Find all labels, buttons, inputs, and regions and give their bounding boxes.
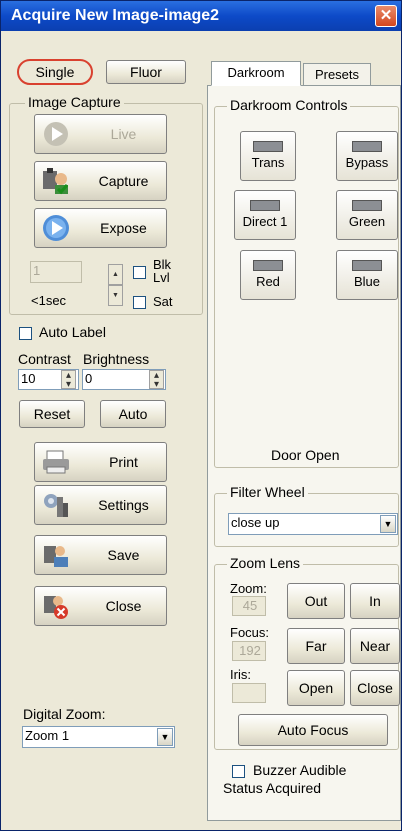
indicator-light [352,260,382,271]
zoom-lens-label: Zoom Lens [227,555,304,571]
single-mode-button[interactable]: Single [17,59,93,85]
filter-wheel-label: Filter Wheel [227,484,308,500]
auto-focus-button[interactable]: Auto Focus [238,714,388,746]
indicator-light [253,260,283,271]
reset-button[interactable]: Reset [19,400,85,428]
iris-open-button[interactable]: Open [287,670,345,706]
direct1-label: Direct 1 [242,214,288,229]
buzzer-audible-checkbox[interactable] [232,765,245,778]
settings-button[interactable]: Settings [34,485,167,525]
sat-checkbox[interactable] [133,296,146,309]
iris-close-button[interactable]: Close [350,670,400,706]
print-button[interactable]: Print [34,442,167,482]
capture-button[interactable]: Capture [34,161,167,201]
digital-zoom-label: Digital Zoom: [23,706,106,722]
chevron-down-icon[interactable]: ▼ [157,728,173,746]
darkroom-direct1-button[interactable]: Direct 1 [234,190,296,240]
contrast-spinner[interactable]: ▴ ▾ [61,370,76,390]
acquire-window: Acquire New Image-image2 ✕ Single Fluor … [0,0,402,831]
blue-label: Blue [353,274,381,289]
expose-button[interactable]: Expose [34,208,167,248]
filter-wheel-select[interactable]: close up ▼ [228,513,398,535]
close-label: Close [105,598,142,614]
live-button[interactable]: Live [34,114,167,154]
expose-label: Expose [100,220,147,236]
status-text: Status Acquired [223,780,322,796]
door-status-text: Door Open [271,447,340,463]
exposure-down-arrow[interactable]: ▼ [108,285,123,306]
buzzer-audible-label: Buzzer Audible [253,762,347,778]
play-icon [41,120,71,148]
darkroom-blue-button[interactable]: Blue [336,250,398,300]
filter-wheel-value: close up [231,515,280,530]
indicator-light [352,141,382,152]
zoom-in-button[interactable]: In [350,583,400,619]
zoom-value-field: 45 [232,596,266,616]
tab-presets[interactable]: Presets [303,63,371,85]
exposure-time-input[interactable]: 1 [30,261,82,283]
save-button[interactable]: Save [34,535,167,575]
exposure-up-arrow[interactable]: ▲ [108,264,123,285]
live-label: Live [110,126,137,142]
darkroom-red-button[interactable]: Red [240,250,296,300]
zoom-label: Zoom: [230,581,267,596]
indicator-light [352,200,382,211]
iris-value-field [232,683,266,703]
settings-label: Settings [98,497,149,513]
zoom-out-button[interactable]: Out [287,583,345,619]
digital-zoom-select[interactable]: Zoom 1 ▼ [22,726,175,748]
capture-label: Capture [98,173,149,189]
printer-icon [41,448,71,476]
red-label: Red [256,274,280,289]
focus-value-field: 192 [232,641,266,661]
blk-lvl-checkbox[interactable] [133,266,146,279]
fluor-mode-button[interactable]: Fluor [106,60,186,84]
green-label: Green [348,214,386,229]
bypass-label: Bypass [345,155,389,170]
darkroom-bypass-button[interactable]: Bypass [336,131,398,181]
settings-icon [41,491,71,519]
image-capture-label: Image Capture [25,94,124,110]
auto-label-text: Auto Label [39,324,106,340]
play-icon [41,214,71,242]
auto-button[interactable]: Auto [100,400,166,428]
window-title: Acquire New Image-image2 [11,7,220,24]
save-icon [41,541,71,569]
close-icon [41,592,71,620]
indicator-light [253,141,283,152]
chevron-down-icon[interactable]: ▼ [380,515,396,533]
digital-zoom-value: Zoom 1 [25,728,70,743]
exposure-time-text: <1sec [31,293,67,308]
brightness-spinner[interactable]: ▴ ▾ [149,370,164,390]
iris-label: Iris: [230,667,251,682]
window-close-button[interactable]: ✕ [375,5,397,27]
print-label: Print [109,454,138,470]
indicator-light [250,200,280,211]
tab-darkroom[interactable]: Darkroom [211,61,301,86]
darkroom-trans-button[interactable]: Trans [240,131,296,181]
focus-far-button[interactable]: Far [287,628,345,664]
sat-label: Sat [153,294,173,309]
close-button[interactable]: Close [34,586,167,626]
focus-label: Focus: [230,625,270,640]
auto-label-checkbox[interactable] [19,327,32,340]
contrast-label: Contrast [18,351,71,367]
lvl-label: Lvl [153,270,170,285]
darkroom-controls-label: Darkroom Controls [227,97,351,113]
focus-near-button[interactable]: Near [350,628,400,664]
trans-label: Trans [251,155,285,170]
title-bar: Acquire New Image-image2 ✕ [1,1,401,31]
brightness-label: Brightness [83,351,150,367]
capture-icon [41,167,71,195]
darkroom-green-button[interactable]: Green [336,190,398,240]
save-label: Save [107,547,140,563]
